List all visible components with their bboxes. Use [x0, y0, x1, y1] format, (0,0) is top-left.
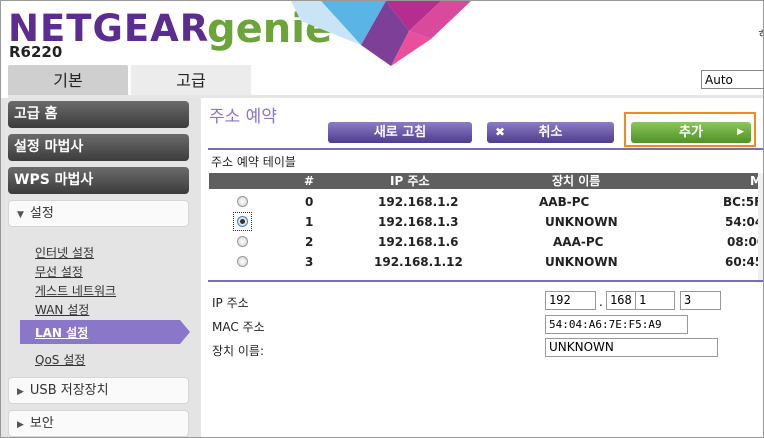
tab-advanced[interactable]: 고급	[131, 65, 251, 95]
row-radio[interactable]	[237, 216, 248, 227]
play-arrow-icon: ▶	[737, 127, 744, 137]
mac-address-label: MAC 주소	[212, 320, 265, 334]
table-row[interactable]: 1 192.168.1.3 UNKNOWN 54:04:A	[209, 212, 763, 232]
row-ip: 192.168.1.12	[374, 255, 463, 269]
tab-basic[interactable]: 기본	[8, 65, 128, 95]
model-name: R6220	[9, 43, 63, 61]
column-header-ip: IP 주소	[390, 174, 430, 188]
triangle-down-icon: ▼	[17, 210, 24, 220]
row-radio[interactable]	[237, 236, 248, 247]
row-radio[interactable]	[237, 196, 248, 207]
page-title: 주소 예약	[209, 107, 277, 127]
sidebar-sub-qos-setup[interactable]: QoS 설정	[35, 351, 85, 368]
row-ip: 192.168.1.3	[378, 215, 459, 229]
sidebar-sub-lan-setup[interactable]: LAN 설정	[20, 320, 190, 344]
sidebar-sub-wan-setup[interactable]: WAN 설정	[35, 301, 89, 318]
row-num: 3	[305, 255, 314, 269]
language-select[interactable]: Auto	[701, 70, 763, 89]
row-ip: 192.168.1.2	[378, 195, 459, 209]
table-scrollbar[interactable]	[758, 173, 763, 283]
table-row[interactable]: 3 192.168.1.12 UNKNOWN 60:45:C	[209, 252, 763, 272]
row-device: UNKNOWN	[545, 215, 618, 229]
column-header-device: 장치 이름	[552, 174, 601, 188]
ip-octet-1-input[interactable]: 192	[545, 291, 596, 310]
row-device: AAB-PC	[539, 195, 590, 209]
table-title: 주소 예약 테이블	[211, 155, 296, 169]
sidebar-item-label: USB 저장장치	[29, 383, 109, 398]
header-corner-text: ㅎ	[757, 25, 763, 41]
ip-octet-3-input[interactable]: 1	[635, 291, 675, 310]
triangle-right-icon: ▶	[17, 420, 24, 430]
add-button-highlight: 추가 ▶	[624, 112, 756, 147]
row-num: 0	[305, 195, 314, 209]
refresh-button[interactable]: 새로 고침	[328, 122, 472, 143]
row-ip: 192.168.1.6	[378, 235, 459, 249]
row-num: 2	[305, 235, 314, 249]
table-row[interactable]: 2 192.168.1.6 AAA-PC 08:00:2	[209, 232, 763, 252]
cancel-button-label: 취소	[538, 125, 563, 140]
ip-dot: .	[599, 295, 603, 309]
sidebar-sub-wireless-setup[interactable]: 무선 설정	[35, 263, 83, 280]
section-divider	[208, 148, 763, 150]
add-button-label: 추가	[679, 125, 703, 140]
mac-address-input[interactable]: 54:04:A6:7E:F5:A9	[545, 315, 688, 334]
registered-mark: ®	[194, 14, 203, 24]
sidebar-item-security[interactable]: ▶ 보안	[8, 410, 189, 437]
sidebar-item-usb-storage[interactable]: ▶ USB 저장장치	[8, 377, 189, 404]
device-name-label: 장치 이름:	[212, 344, 265, 358]
row-device: UNKNOWN	[545, 255, 618, 269]
device-name-input[interactable]: UNKNOWN	[545, 338, 718, 357]
sidebar-sub-label: LAN 설정	[35, 326, 89, 340]
table-header: # IP 주소 장치 이름 MA	[209, 173, 763, 189]
sidebar-item-advanced-home[interactable]: 고급 홈	[8, 101, 189, 128]
cancel-button[interactable]: ✖ 취소	[487, 122, 614, 143]
row-radio[interactable]	[237, 256, 248, 267]
sidebar-item-setup[interactable]: ▼ 설정	[8, 200, 189, 227]
sidebar-sub-guest-network[interactable]: 게스트 네트워크	[35, 282, 116, 299]
sidebar-item-setup-wizard[interactable]: 설정 마법사	[8, 134, 189, 161]
row-num: 1	[305, 215, 314, 229]
table-row[interactable]: 0 192.168.1.2 AAB-PC BC:5F:	[209, 192, 763, 212]
sidebar-item-label: 설정	[29, 206, 54, 221]
sidebar-item-wps-wizard[interactable]: WPS 마법사	[8, 167, 189, 194]
triangle-right-icon: ▶	[17, 387, 24, 397]
close-icon: ✖	[495, 125, 506, 139]
header-decoration	[291, 1, 471, 66]
ip-octet-4-input[interactable]: 3	[680, 291, 721, 310]
section-divider	[208, 280, 763, 282]
ip-address-label: IP 주소	[212, 296, 249, 310]
row-device: AAA-PC	[553, 235, 604, 249]
sidebar-sub-internet-setup[interactable]: 인터넷 설정	[35, 244, 94, 261]
column-header-num: #	[304, 174, 315, 188]
router-admin-window: NETGEAR ® genie® R6220 ㅎ 기본 고급 Auto 고급 홈…	[0, 0, 764, 438]
add-button[interactable]: 추가 ▶	[631, 122, 751, 143]
sidebar-item-label: 보안	[29, 416, 54, 431]
